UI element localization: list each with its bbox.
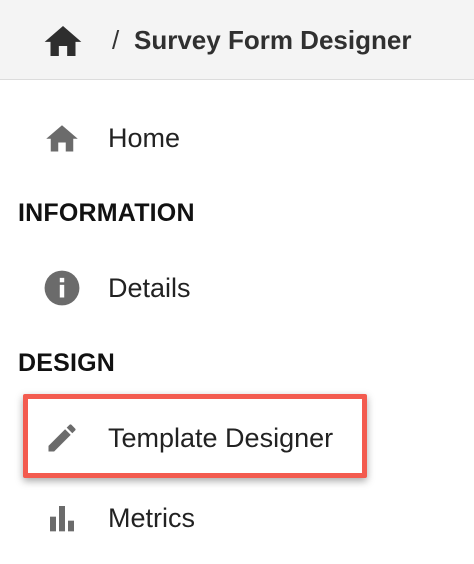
- sidebar-item-label: Details: [108, 273, 191, 303]
- sidebar-item-label: Template Designer: [108, 423, 334, 453]
- sidebar-item-details[interactable]: Details: [0, 260, 474, 316]
- sidebar-item-home[interactable]: Home: [0, 110, 474, 166]
- breadcrumb-home-button[interactable]: [42, 24, 84, 58]
- page: / Survey Form Designer Home INFORMATION …: [0, 0, 474, 564]
- breadcrumb-separator: /: [112, 25, 120, 55]
- bar-chart-icon: [42, 498, 82, 538]
- sidebar-item-label: Home: [108, 123, 181, 153]
- home-icon: [44, 26, 82, 56]
- sidebar-item-label: Metrics: [108, 503, 195, 533]
- sidebar-item-template-designer[interactable]: Template Designer: [0, 410, 474, 466]
- page-title: Survey Form Designer: [134, 25, 412, 55]
- sidebar-item-metrics[interactable]: Metrics: [0, 490, 474, 546]
- section-header-information: INFORMATION: [18, 199, 195, 227]
- pencil-icon: [42, 418, 82, 458]
- breadcrumb-bar: / Survey Form Designer: [0, 0, 474, 80]
- info-icon: [42, 268, 82, 308]
- home-icon: [42, 118, 82, 158]
- section-header-design: DESIGN: [18, 349, 116, 377]
